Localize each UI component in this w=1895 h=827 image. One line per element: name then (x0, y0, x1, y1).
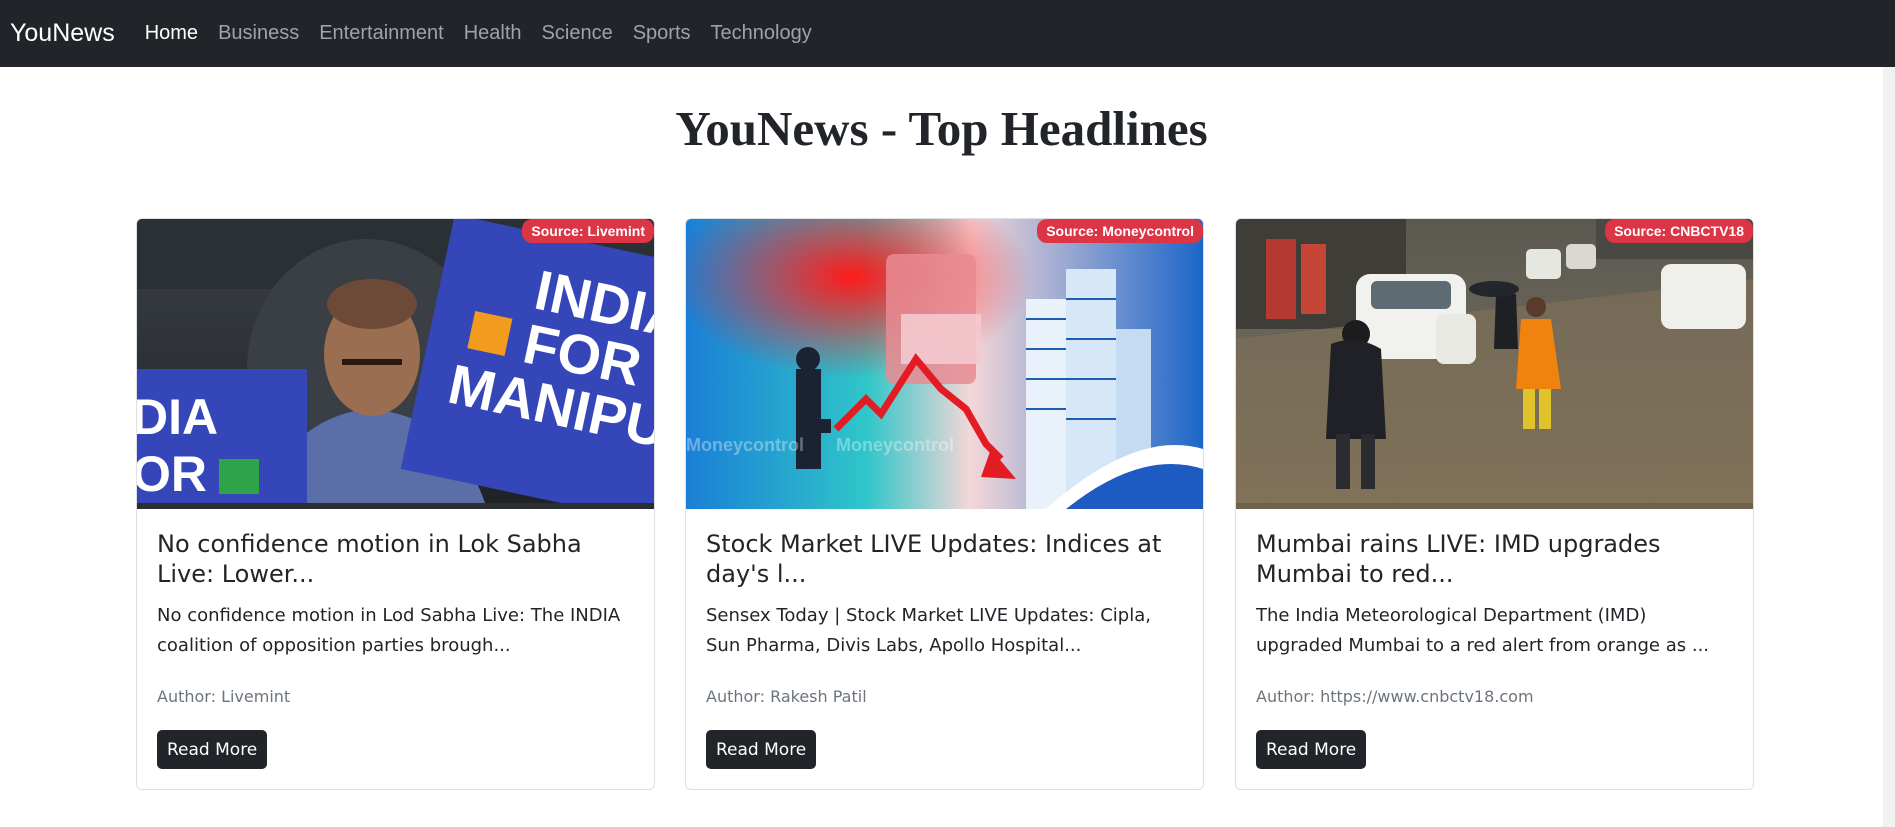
news-image: Moneycontrol Moneycontrol Source: Moneyc… (686, 219, 1203, 509)
source-badge: Source: Moneycontrol (1037, 219, 1203, 243)
card-author: Author: https://www.cnbctv18.com (1256, 687, 1534, 706)
nav-item-business[interactable]: Business (218, 22, 299, 45)
source-badge: Source: Livemint (522, 219, 654, 243)
page-title: YouNews - Top Headlines (675, 101, 1208, 156)
card-body: No confidence motion in Lok Sabha Live: … (157, 529, 635, 661)
card-author: Author: Rakesh Patil (706, 687, 867, 706)
card-description: The India Meteorological Department (IMD… (1256, 605, 1710, 656)
nav-item-sports[interactable]: Sports (633, 22, 691, 45)
page-scrollbar[interactable] (1883, 67, 1895, 827)
card-body: Stock Market LIVE Updates: Indices at da… (706, 529, 1184, 661)
news-card: DIA OR INDIA FOR MANIPUR Source: Livemin… (136, 218, 655, 790)
nav-item-technology[interactable]: Technology (711, 22, 812, 45)
card-description: Sensex Today | Stock Market LIVE Updates… (706, 605, 1151, 656)
nav-item-science[interactable]: Science (542, 22, 613, 45)
svg-text:OR: OR (137, 446, 207, 502)
card-body: Mumbai rains LIVE: IMD upgrades Mumbai t… (1256, 529, 1734, 661)
read-more-button[interactable]: Read More (1256, 730, 1367, 769)
card-author: Author: Livemint (157, 687, 291, 706)
svg-text:Moneycontrol: Moneycontrol (836, 435, 954, 455)
news-card: Source: CNBCTV18 Mumbai rains LIVE: IMD … (1235, 218, 1754, 790)
card-description: No confidence motion in Lod Sabha Live: … (157, 605, 621, 656)
nav-item-entertainment[interactable]: Entertainment (319, 22, 444, 45)
svg-text:DIA: DIA (137, 389, 218, 445)
news-card: Moneycontrol Moneycontrol Source: Moneyc… (685, 218, 1204, 790)
svg-text:Moneycontrol: Moneycontrol (686, 435, 804, 455)
card-title: No confidence motion in Lok Sabha Live: … (157, 530, 582, 588)
card-title: Stock Market LIVE Updates: Indices at da… (706, 530, 1162, 588)
news-image: Source: CNBCTV18 (1236, 219, 1753, 509)
source-badge: Source: CNBCTV18 (1605, 219, 1753, 243)
brand-logo[interactable]: YouNews (10, 19, 115, 48)
nav-item-health[interactable]: Health (464, 22, 522, 45)
read-more-button[interactable]: Read More (706, 730, 817, 769)
navbar: YouNews Home Business Entertainment Heal… (0, 0, 1895, 67)
nav-item-home[interactable]: Home (145, 22, 198, 45)
news-image: DIA OR INDIA FOR MANIPUR Source: Livemin… (137, 219, 654, 509)
card-title: Mumbai rains LIVE: IMD upgrades Mumbai t… (1256, 530, 1661, 588)
read-more-button[interactable]: Read More (157, 730, 268, 769)
